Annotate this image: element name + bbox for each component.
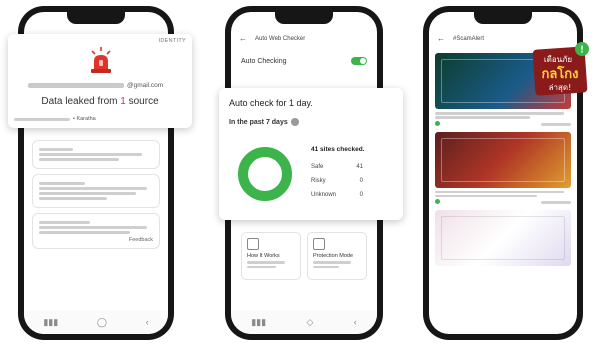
how-it-works-tile[interactable]: How It Works [241, 232, 301, 280]
page-title: Auto Web Checker [255, 35, 306, 42]
app-header: ← Auto Web Checker [231, 28, 377, 49]
feature-tiles: How It Works Protection Mode [241, 232, 367, 280]
back-icon[interactable]: ‹ [354, 317, 357, 327]
safe-sites-donut [238, 147, 292, 201]
android-nav-bar: ▮▮▮ ◯ ‹ [24, 310, 168, 334]
camera-notch [474, 12, 532, 24]
leak-title-suffix: source [128, 96, 159, 107]
safe-label: Safe [311, 164, 324, 170]
post-banner-image [435, 210, 571, 266]
feed-title: #ScamAlert [453, 35, 485, 42]
siren-alert-icon [91, 47, 111, 73]
help-icon[interactable] [290, 118, 299, 126]
risky-value: 0 [359, 178, 363, 184]
leaked-email: @gmail.com [28, 82, 163, 89]
safe-value: 41 [356, 164, 363, 170]
data-leak-popup: IDENTITY @gmail.com Data leaked from 1 s… [8, 34, 192, 128]
breach-card[interactable] [32, 174, 160, 208]
period-label: In the past 7 days [229, 118, 299, 126]
leak-subtitle-text: • Karatha [73, 116, 96, 122]
email-domain: @gmail.com [127, 82, 164, 89]
sticker-line2: กลโกง [541, 65, 578, 82]
sites-checked: 41 sites checked. [311, 146, 365, 153]
sticker-line1: เตือนภัย [544, 55, 572, 64]
like-icon[interactable] [435, 120, 440, 126]
post-stats [435, 199, 571, 206]
feed-post[interactable] [435, 210, 571, 266]
risky-row: Risky 0 [311, 178, 363, 184]
identity-badge: IDENTITY [158, 38, 186, 44]
auto-checking-row: Auto Checking [241, 57, 367, 65]
email-redaction [28, 83, 124, 88]
leak-title-prefix: Data leaked from [41, 96, 118, 107]
home-icon[interactable]: ◇ [306, 317, 313, 328]
tile-label: Protection Mode [313, 253, 354, 259]
safe-row: Safe 41 [311, 164, 363, 170]
composite-screenshot: Feedback ▮▮▮ ◯ ‹ IDENTITY @gmail.com Dat… [0, 0, 597, 344]
unknown-row: Unknown 0 [311, 192, 363, 198]
post-banner-image [435, 131, 571, 188]
unknown-label: Unknown [311, 192, 337, 198]
camera-notch [275, 12, 333, 24]
auto-checking-toggle[interactable] [351, 57, 367, 65]
leak-subtitle: • Karatha [14, 116, 96, 122]
period-text: In the past 7 days [229, 118, 288, 126]
leak-count: 1 [120, 96, 126, 107]
post-caption [435, 190, 571, 197]
back-arrow-icon[interactable]: ← [437, 34, 445, 43]
auto-check-title: Auto check for 1 day. [229, 98, 313, 108]
android-nav-bar: ▮▮▮ ◇ ‹ [231, 310, 377, 334]
protection-mode-tile[interactable]: Protection Mode [307, 232, 367, 280]
sticker-line3: ล่าสุด! [549, 83, 572, 92]
camera-notch [67, 12, 125, 24]
auto-checking-label: Auto Checking [241, 57, 287, 65]
like-icon[interactable] [435, 199, 440, 204]
breach-card[interactable] [32, 140, 160, 169]
subtitle-redaction [14, 117, 70, 121]
auto-check-card: Auto check for 1 day. In the past 7 days… [219, 88, 403, 220]
feedback-button[interactable]: Feedback [39, 237, 153, 243]
leak-title: Data leaked from 1 source [8, 96, 192, 107]
home-icon[interactable]: ◯ [97, 317, 107, 328]
risky-label: Risky [311, 178, 326, 184]
donut-safe-arc [238, 147, 292, 201]
tile-label: How It Works [247, 253, 280, 259]
back-icon[interactable]: ‹ [146, 317, 149, 327]
recents-icon[interactable]: ▮▮▮ [251, 317, 266, 328]
shield-icon [313, 238, 325, 250]
feed-post[interactable] [435, 131, 571, 207]
recents-icon[interactable]: ▮▮▮ [43, 317, 58, 328]
back-arrow-icon[interactable]: ← [239, 34, 247, 43]
post-caption [435, 112, 571, 119]
feedback-card: Feedback [32, 213, 160, 249]
post-stats [435, 120, 571, 128]
scam-alert-sticker: ! เตือนภัย กลโกง ล่าสุด! [532, 42, 589, 96]
breach-list: Feedback [24, 140, 168, 249]
unknown-value: 0 [359, 192, 363, 198]
sticker-mark: ! [580, 45, 583, 56]
book-icon [247, 238, 259, 250]
